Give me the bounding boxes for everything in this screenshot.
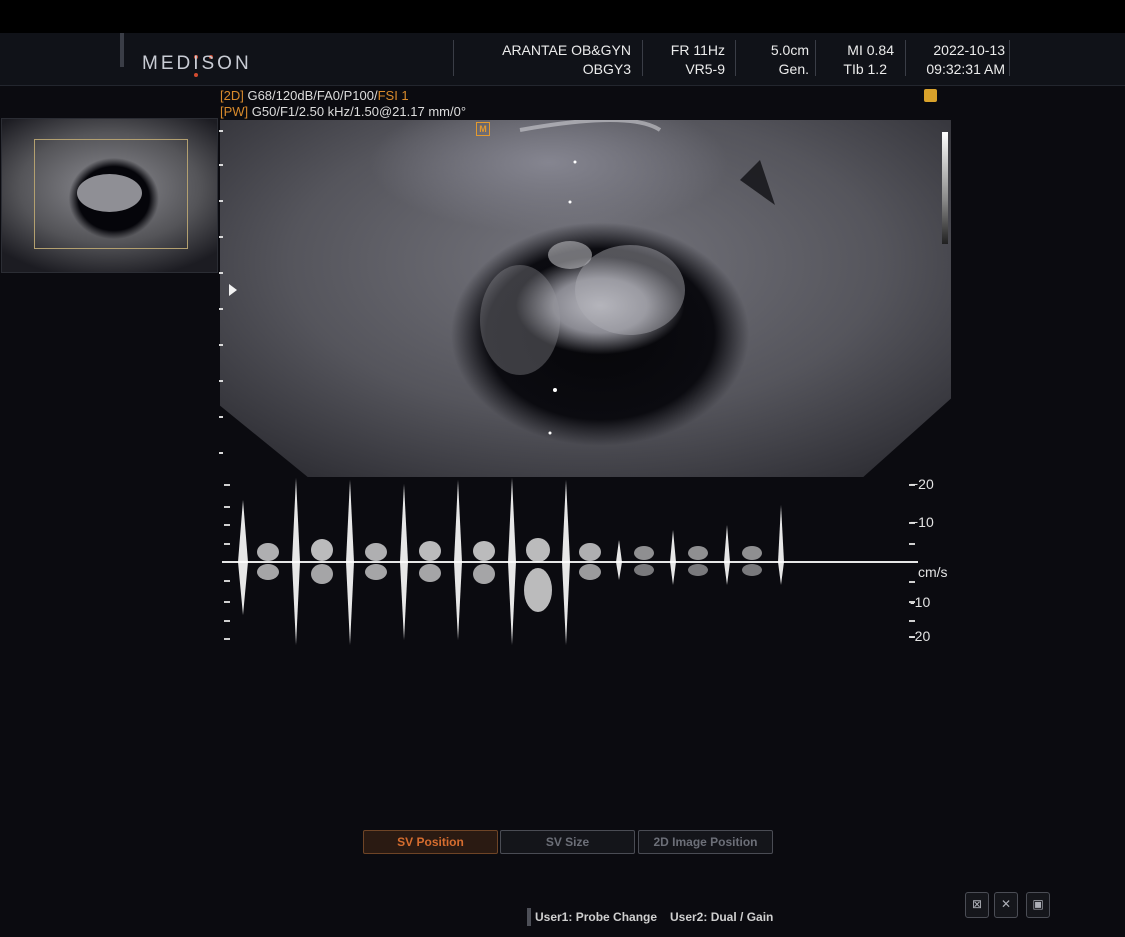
exam-icon[interactable]: ⊠ [965, 892, 989, 918]
sv-size-button[interactable]: SV Size [500, 830, 635, 854]
footer-divider [527, 908, 531, 926]
sv-position-button[interactable]: SV Position [363, 830, 498, 854]
velocity-scale-lower: -10 [910, 594, 931, 610]
user1-label: User1: Probe Change [535, 910, 658, 924]
user2-label: User2: Dual / Gain [670, 910, 774, 924]
measure-icon[interactable]: ✕ [994, 892, 1018, 918]
pw-doppler-spectrum[interactable] [0, 0, 1125, 937]
velocity-scale-bottom: -20 [910, 628, 931, 644]
velocity-unit-label: cm/s [918, 564, 948, 580]
save-icon[interactable]: ▣ [1026, 892, 1050, 918]
velocity-scale-top: −20 [910, 476, 934, 492]
velocity-scale-upper: −10 [910, 514, 934, 530]
2d-image-position-button[interactable]: 2D Image Position [638, 830, 773, 854]
